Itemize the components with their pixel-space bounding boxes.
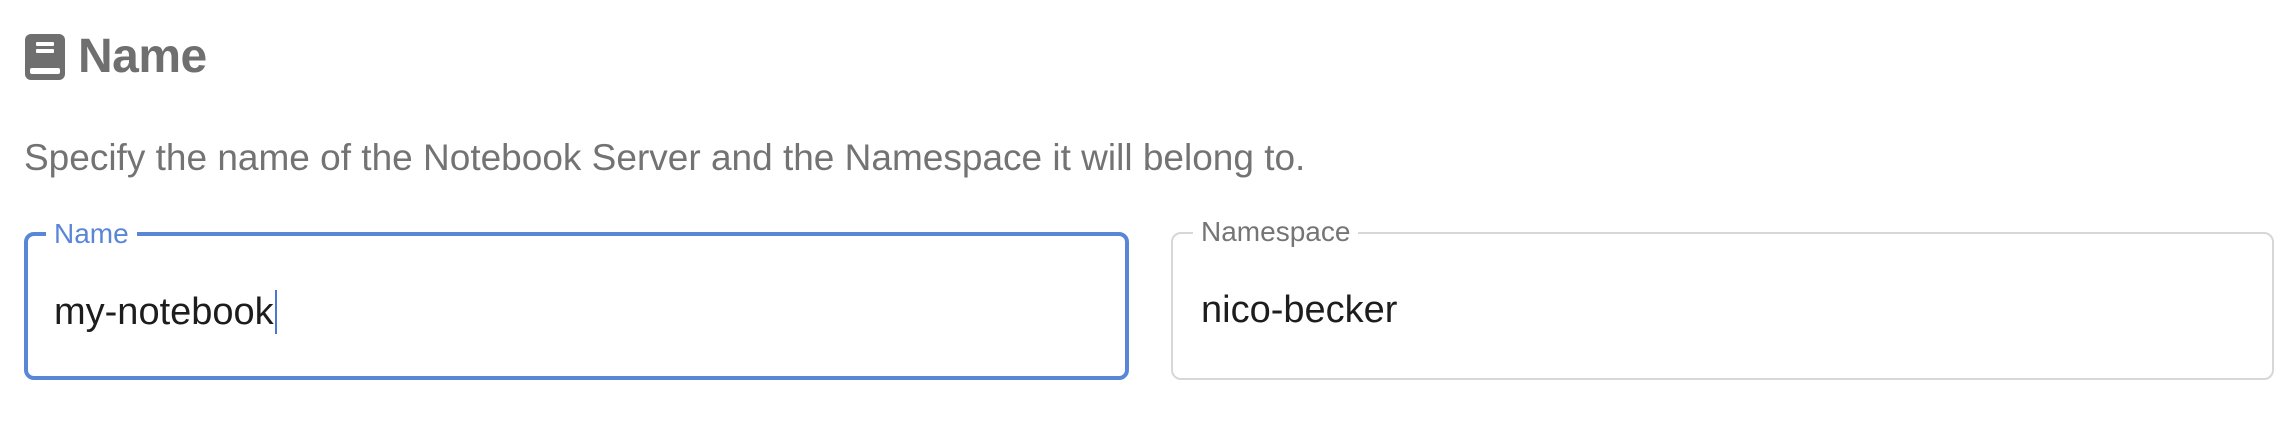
section-header: Name bbox=[24, 30, 207, 84]
namespace-input[interactable]: nico-becker bbox=[1201, 288, 1397, 332]
namespace-input-value: nico-becker bbox=[1201, 289, 1398, 331]
name-field-label: Name bbox=[46, 218, 137, 250]
namespace-field-label: Namespace bbox=[1193, 216, 1359, 248]
section-description: Specify the name of the Notebook Server … bbox=[24, 137, 1306, 178]
name-input[interactable]: my-notebook bbox=[54, 290, 277, 334]
book-icon bbox=[24, 33, 66, 81]
name-input-value: my-notebook bbox=[54, 291, 274, 333]
notebook-name-section: Name Specify the name of the Notebook Se… bbox=[0, 0, 2295, 440]
namespace-field[interactable]: Namespace nico-becker bbox=[1171, 216, 2274, 380]
name-field[interactable]: Name my-notebook bbox=[24, 218, 1129, 380]
section-title: Name bbox=[78, 30, 207, 83]
text-cursor bbox=[274, 290, 277, 334]
